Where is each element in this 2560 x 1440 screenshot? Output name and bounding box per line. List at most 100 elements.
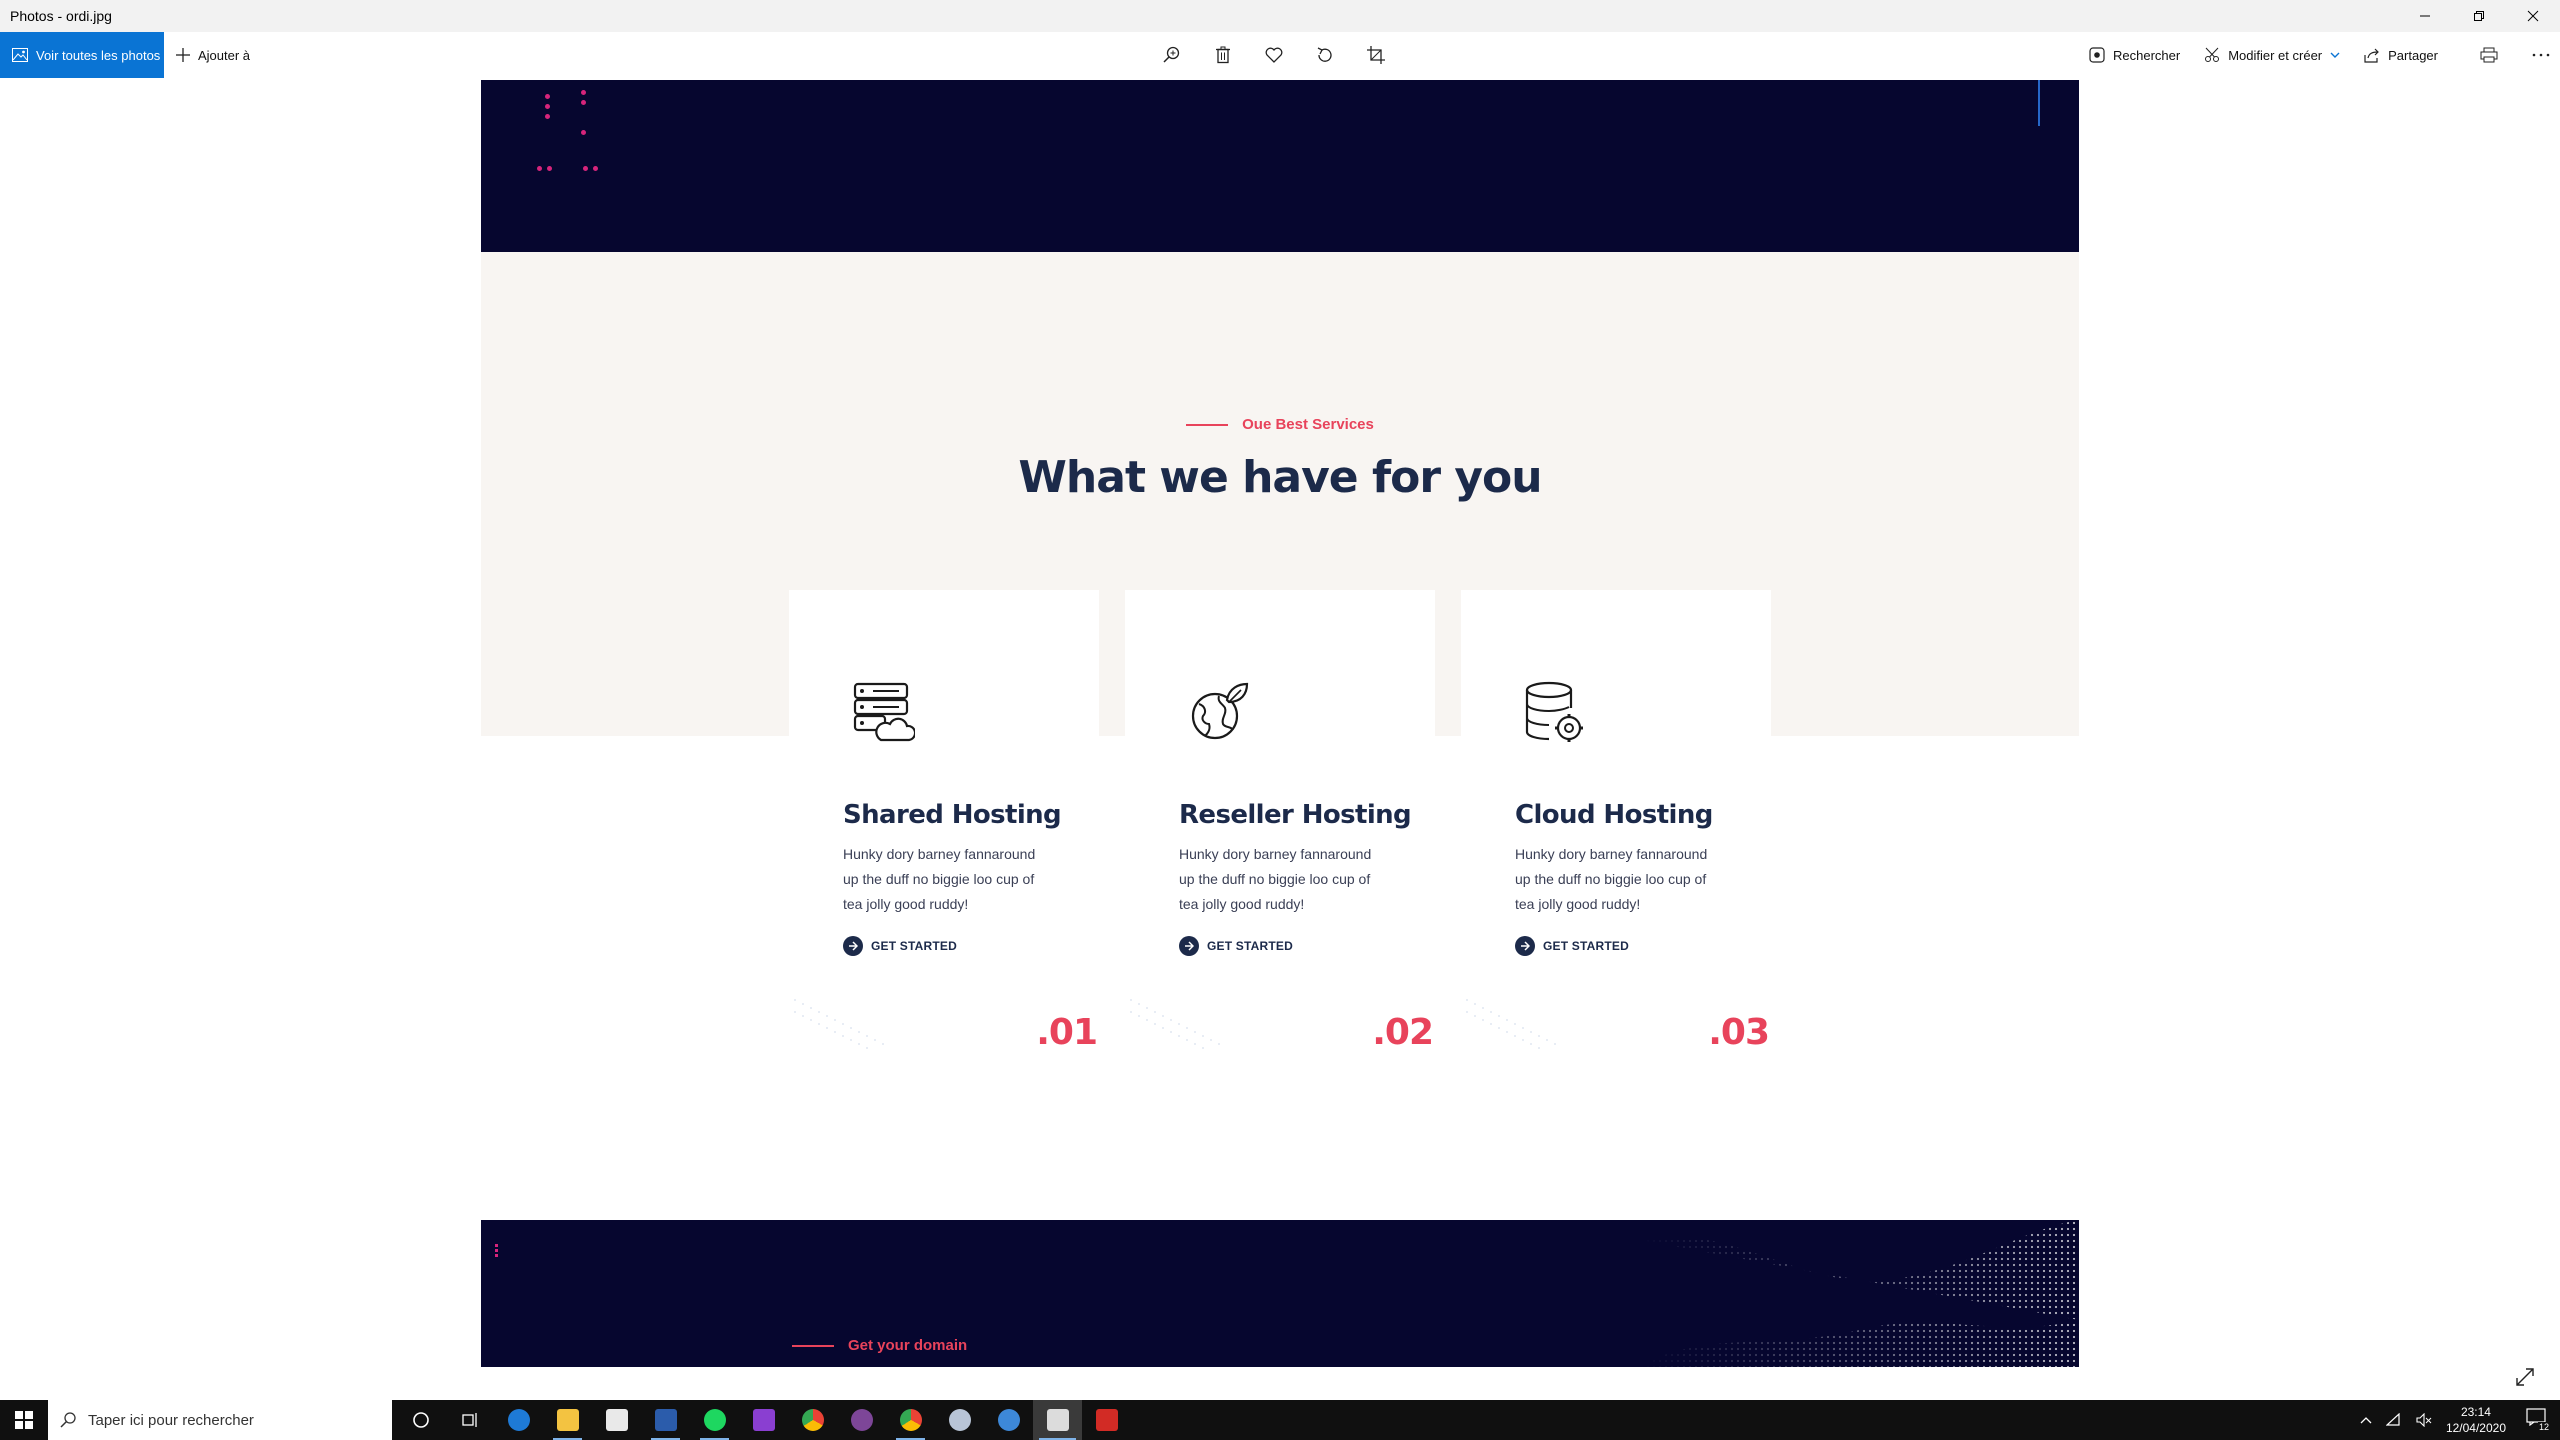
service-card: Shared Hosting Hunky dory barney fannaro… — [789, 590, 1099, 1070]
spotify-icon — [703, 1409, 726, 1431]
window-controls — [2398, 0, 2560, 32]
volume-muted-icon[interactable] — [2416, 1413, 2432, 1427]
network-icon[interactable] — [2385, 1413, 2402, 1427]
visual-search-icon — [2089, 47, 2105, 63]
restore-button[interactable] — [2452, 0, 2506, 32]
task-view-button[interactable] — [445, 1400, 494, 1440]
chevron-up-icon[interactable] — [2360, 1416, 2372, 1424]
card-description: Hunky dory barney fannaround up the duff… — [1515, 846, 1708, 912]
heart-icon — [1265, 47, 1283, 63]
decor-dot — [545, 114, 550, 119]
folder-icon — [556, 1409, 579, 1431]
get-started-link[interactable]: GET STARTED — [1515, 936, 1629, 956]
share-button[interactable]: Partager — [2364, 47, 2438, 63]
decor-dot — [581, 100, 586, 105]
zoom-button[interactable] — [1160, 43, 1184, 67]
decor-dot — [583, 166, 588, 171]
start-button[interactable] — [0, 1400, 48, 1440]
services-heading: What we have for you — [1018, 452, 1542, 503]
cortana-button[interactable] — [396, 1400, 445, 1440]
arrow-right-icon — [1515, 936, 1535, 956]
cortana-icon — [412, 1412, 429, 1428]
qbittorrent-app[interactable] — [984, 1400, 1033, 1440]
edge-icon — [507, 1409, 530, 1431]
add-to-button[interactable]: Ajouter à — [176, 32, 250, 78]
favorite-button[interactable] — [1262, 43, 1286, 67]
file-explorer-app[interactable] — [543, 1400, 592, 1440]
app-launcher[interactable] — [935, 1400, 984, 1440]
search-placeholder: Taper ici pour rechercher — [88, 1411, 254, 1429]
more-options-button[interactable] — [2532, 53, 2550, 57]
minimize-icon — [2420, 15, 2430, 17]
expand-icon — [2516, 1368, 2534, 1386]
phpstorm-app[interactable] — [739, 1400, 788, 1440]
eyebrow-line — [1186, 423, 1229, 426]
tor-icon — [850, 1409, 873, 1431]
crop-icon — [1367, 46, 1385, 64]
server-cloud-icon — [851, 680, 917, 744]
spotify-app[interactable] — [690, 1400, 739, 1440]
crop-button[interactable] — [1364, 43, 1388, 67]
hero-section — [481, 80, 2079, 252]
services-eyebrow: Oue Best Services — [481, 416, 2079, 433]
decor-dot — [593, 166, 598, 171]
qbittorrent-icon — [997, 1409, 1020, 1431]
decor-dot — [537, 166, 542, 171]
arrow-right-icon — [843, 936, 863, 956]
tor-app[interactable] — [837, 1400, 886, 1440]
card-number: .03 — [1708, 1012, 1770, 1053]
card-title: Shared Hosting — [843, 800, 1062, 830]
more-icon — [2532, 53, 2550, 57]
search-button[interactable]: Rechercher — [2089, 47, 2180, 63]
share-label: Partager — [2388, 47, 2438, 63]
eyebrow-line — [792, 1344, 834, 1347]
store-app[interactable] — [592, 1400, 641, 1440]
decor-dot — [545, 104, 550, 109]
windows-logo-icon — [15, 1411, 33, 1429]
app-toolbar: Voir toutes les photos Ajouter à Recherc… — [0, 32, 2560, 78]
taskbar-apps — [396, 1400, 1131, 1440]
view-all-photos-label: Voir toutes les photos — [36, 47, 161, 63]
clock[interactable]: 23:14 12/04/2020 — [2446, 1404, 2506, 1436]
get-started-label: GET STARTED — [1543, 939, 1629, 953]
action-center-button[interactable]: 12 — [2526, 1408, 2550, 1432]
edit-create-button[interactable]: Modifier et créer — [2204, 47, 2340, 63]
card-number: .01 — [1036, 1012, 1098, 1053]
decor-dot — [581, 130, 586, 135]
card-title: Cloud Hosting — [1515, 800, 1713, 830]
edit-scissors-icon — [2205, 47, 2220, 62]
chrome-profile-app[interactable] — [886, 1400, 935, 1440]
get-started-link[interactable]: GET STARTED — [1179, 936, 1293, 956]
store-icon — [605, 1409, 628, 1431]
photos-app[interactable] — [1033, 1400, 1082, 1440]
delete-button[interactable] — [1211, 43, 1235, 67]
notification-count: 12 — [2537, 1422, 2550, 1432]
get-started-link[interactable]: GET STARTED — [843, 936, 957, 956]
pdf-icon — [1095, 1409, 1118, 1431]
chrome-icon — [801, 1409, 824, 1431]
word-app[interactable] — [641, 1400, 690, 1440]
minimize-button[interactable] — [2398, 0, 2452, 32]
eco-globe-icon — [1187, 680, 1251, 744]
service-card: Reseller Hosting Hunky dory barney fanna… — [1125, 590, 1435, 1070]
acrobat-app[interactable] — [1082, 1400, 1131, 1440]
domain-text: Get your domain — [848, 1337, 968, 1354]
close-button[interactable] — [2506, 0, 2560, 32]
dot-wave-decor — [1130, 999, 1220, 1049]
chrome-app[interactable] — [788, 1400, 837, 1440]
rotate-button[interactable] — [1313, 43, 1337, 67]
word-icon — [654, 1409, 677, 1431]
fullscreen-button[interactable] — [2512, 1364, 2538, 1390]
print-button[interactable] — [2480, 47, 2498, 63]
view-all-photos-button[interactable]: Voir toutes les photos — [0, 32, 164, 78]
taskbar-search[interactable]: Taper ici pour rechercher — [48, 1400, 392, 1440]
decor-dot — [547, 166, 552, 171]
toolbar-right: Rechercher Modifier et créer Partager — [2089, 32, 2550, 78]
dot-wave-decor — [794, 999, 884, 1049]
plus-icon — [176, 48, 190, 62]
edge-app[interactable] — [494, 1400, 543, 1440]
card-number: .02 — [1372, 1012, 1434, 1053]
system-tray: 23:14 12/04/2020 12 — [2360, 1400, 2560, 1440]
card-title: Reseller Hosting — [1179, 800, 1412, 830]
trash-icon — [1216, 46, 1230, 64]
